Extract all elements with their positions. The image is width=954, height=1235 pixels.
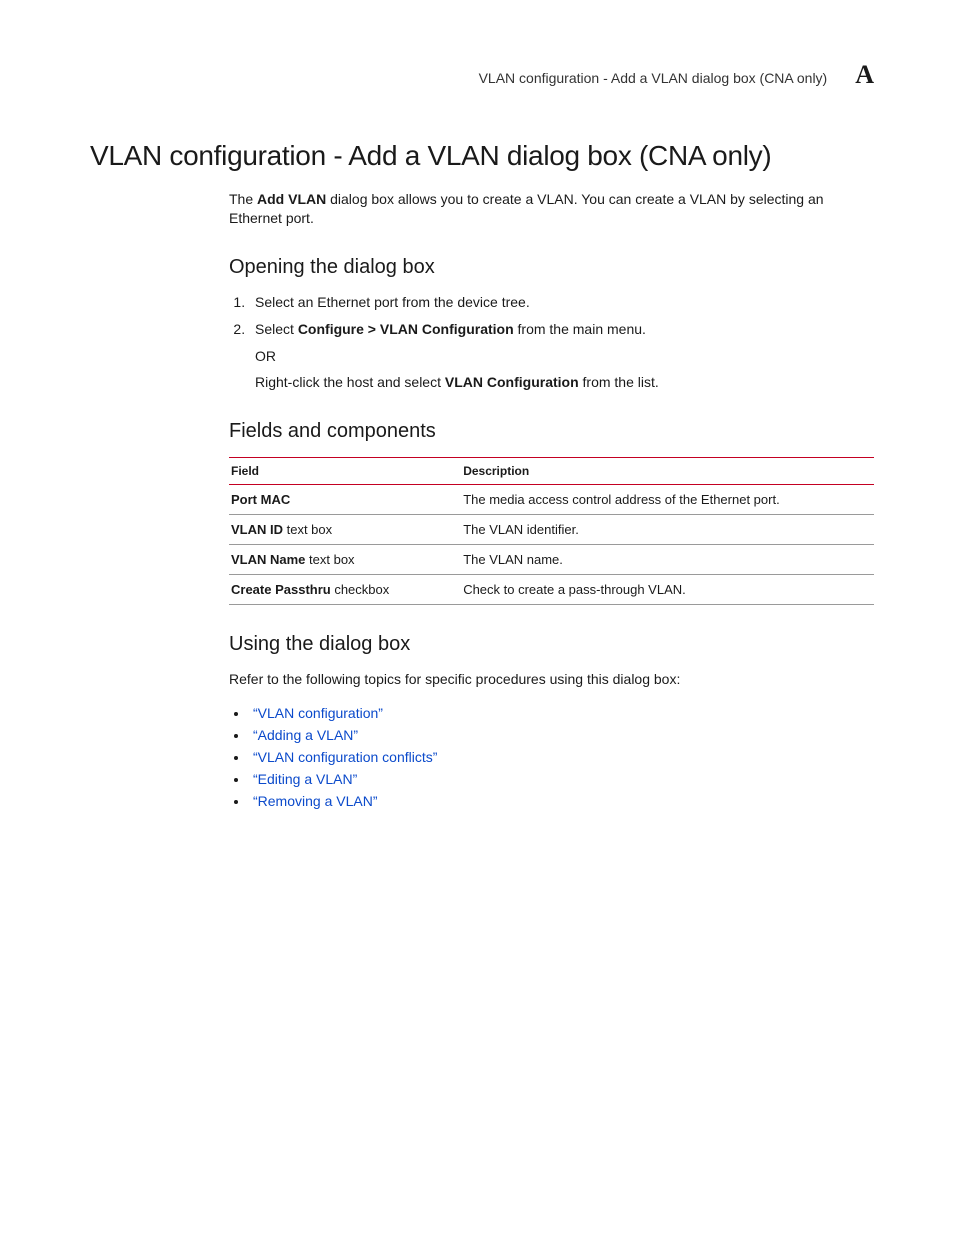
step-2-suffix: from the main menu.: [514, 321, 646, 337]
step-2: Select Configure > VLAN Configuration fr…: [249, 320, 874, 393]
link-removing-a-vlan[interactable]: “Removing a VLAN”: [253, 793, 378, 809]
list-item: “VLAN configuration”: [249, 705, 874, 721]
appendix-letter: A: [855, 60, 874, 90]
field-suffix: checkbox: [331, 582, 390, 597]
field-name: Port MAC: [231, 492, 290, 507]
list-item: “Adding a VLAN”: [249, 727, 874, 743]
link-vlan-configuration-conflicts[interactable]: “VLAN configuration conflicts”: [253, 749, 437, 765]
step-2-bold: Configure > VLAN Configuration: [298, 321, 514, 337]
field-cell: VLAN Name text box: [229, 545, 461, 575]
link-adding-a-vlan[interactable]: “Adding a VLAN”: [253, 727, 358, 743]
table-row: Port MAC The media access control addres…: [229, 485, 874, 515]
heading-fields: Fields and components: [229, 420, 874, 443]
list-item: “VLAN configuration conflicts”: [249, 749, 874, 765]
field-cell: Port MAC: [229, 485, 461, 515]
content-column: The Add VLAN dialog box allows you to cr…: [229, 190, 874, 809]
desc-cell: The VLAN identifier.: [461, 515, 874, 545]
step-1: Select an Ethernet port from the device …: [249, 293, 874, 312]
running-title: VLAN configuration - Add a VLAN dialog b…: [479, 70, 828, 86]
link-vlan-configuration[interactable]: “VLAN configuration”: [253, 705, 383, 721]
step-1-text: Select an Ethernet port from the device …: [255, 294, 530, 310]
using-intro: Refer to the following topics for specif…: [229, 670, 874, 689]
fields-table: Field Description Port MAC The media acc…: [229, 457, 874, 605]
field-name: VLAN ID: [231, 522, 283, 537]
table-row: VLAN ID text box The VLAN identifier.: [229, 515, 874, 545]
desc-cell: Check to create a pass-through VLAN.: [461, 575, 874, 605]
intro-paragraph: The Add VLAN dialog box allows you to cr…: [229, 190, 874, 228]
heading-opening: Opening the dialog box: [229, 256, 874, 279]
field-cell: Create Passthru checkbox: [229, 575, 461, 605]
field-name: Create Passthru: [231, 582, 331, 597]
table-header-row: Field Description: [229, 458, 874, 485]
list-item: “Removing a VLAN”: [249, 793, 874, 809]
link-editing-a-vlan[interactable]: “Editing a VLAN”: [253, 771, 357, 787]
heading-using: Using the dialog box: [229, 633, 874, 656]
field-cell: VLAN ID text box: [229, 515, 461, 545]
col-field: Field: [229, 458, 461, 485]
step-2-or: OR: [255, 347, 874, 366]
field-name: VLAN Name: [231, 552, 305, 567]
list-item: “Editing a VLAN”: [249, 771, 874, 787]
page-header: VLAN configuration - Add a VLAN dialog b…: [90, 60, 874, 90]
table-row: VLAN Name text box The VLAN name.: [229, 545, 874, 575]
step-2-alt-bold: VLAN Configuration: [445, 374, 579, 390]
page-title: VLAN configuration - Add a VLAN dialog b…: [90, 140, 874, 172]
table-row: Create Passthru checkbox Check to create…: [229, 575, 874, 605]
step-2-alt: Right-click the host and select VLAN Con…: [255, 373, 874, 392]
field-suffix: text box: [283, 522, 332, 537]
intro-prefix: The: [229, 191, 257, 207]
desc-cell: The VLAN name.: [461, 545, 874, 575]
step-2-prefix: Select: [255, 321, 298, 337]
field-suffix: text box: [305, 552, 354, 567]
intro-bold: Add VLAN: [257, 191, 326, 207]
step-2-alt-suffix: from the list.: [579, 374, 659, 390]
related-links: “VLAN configuration” “Adding a VLAN” “VL…: [229, 705, 874, 809]
col-description: Description: [461, 458, 874, 485]
step-2-alt-prefix: Right-click the host and select: [255, 374, 445, 390]
opening-steps: Select an Ethernet port from the device …: [229, 293, 874, 393]
desc-cell: The media access control address of the …: [461, 485, 874, 515]
